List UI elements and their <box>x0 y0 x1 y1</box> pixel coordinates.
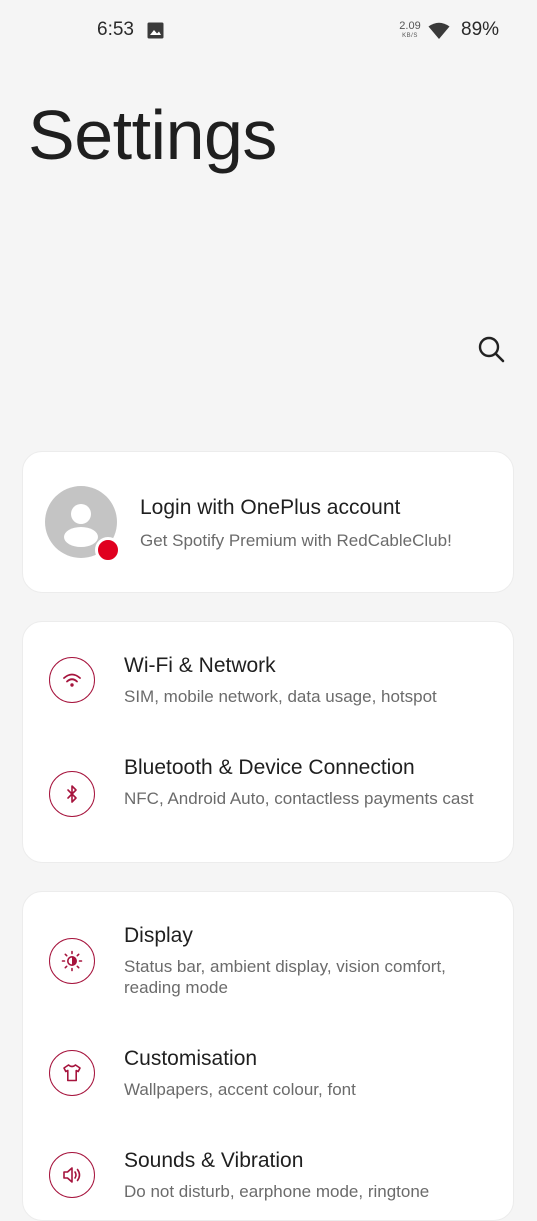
search-icon <box>478 336 505 363</box>
settings-item-title: Display <box>124 924 193 947</box>
wifi-icon <box>49 657 95 703</box>
account-title: Login with OnePlus account <box>140 496 401 519</box>
settings-item-title: Bluetooth & Device Connection <box>124 756 415 779</box>
settings-item-subtitle: SIM, mobile network, data usage, hotspot <box>124 687 437 706</box>
account-subtitle: Get Spotify Premium with RedCableClub! <box>140 531 452 550</box>
device-settings-card: Display Status bar, ambient display, vis… <box>22 891 514 1221</box>
status-bar: 6:53 2.09 KB/S 89% <box>0 0 537 62</box>
search-button[interactable] <box>474 332 508 366</box>
settings-item-subtitle: Status bar, ambient display, vision comf… <box>124 957 446 997</box>
network-speed: 2.09 KB/S <box>397 21 423 40</box>
settings-item-sounds-vibration[interactable]: Sounds & Vibration Do not disturb, earph… <box>23 1122 513 1220</box>
settings-item-wifi-network[interactable]: Wi-Fi & Network SIM, mobile network, dat… <box>23 622 513 732</box>
wifi-icon <box>428 22 450 45</box>
settings-item-customisation[interactable]: Customisation Wallpapers, accent colour,… <box>23 1020 513 1122</box>
speaker-icon <box>49 1152 95 1198</box>
network-settings-card: Wi-Fi & Network SIM, mobile network, dat… <box>22 621 514 863</box>
network-speed-unit: KB/S <box>402 33 418 39</box>
notification-badge <box>95 537 121 563</box>
settings-item-title: Sounds & Vibration <box>124 1149 304 1172</box>
tshirt-icon <box>49 1050 95 1096</box>
settings-item-subtitle: Wallpapers, accent colour, font <box>124 1080 356 1099</box>
brightness-icon <box>49 938 95 984</box>
settings-item-title: Wi-Fi & Network <box>124 654 276 677</box>
battery-level: 89% <box>461 19 500 40</box>
bluetooth-icon <box>49 771 95 817</box>
status-time: 6:53 <box>97 19 134 40</box>
settings-item-subtitle: NFC, Android Auto, contactless payments … <box>124 789 474 808</box>
settings-item-display[interactable]: Display Status bar, ambient display, vis… <box>23 892 513 1020</box>
network-speed-value: 2.09 <box>399 20 421 32</box>
page-title: Settings <box>28 96 277 174</box>
account-card[interactable]: Login with OnePlus account Get Spotify P… <box>22 451 514 593</box>
settings-item-subtitle: Do not disturb, earphone mode, ringtone <box>124 1182 430 1201</box>
settings-item-bluetooth[interactable]: Bluetooth & Device Connection NFC, Andro… <box>23 732 513 862</box>
settings-item-title: Customisation <box>124 1047 258 1070</box>
image-icon <box>147 22 164 44</box>
